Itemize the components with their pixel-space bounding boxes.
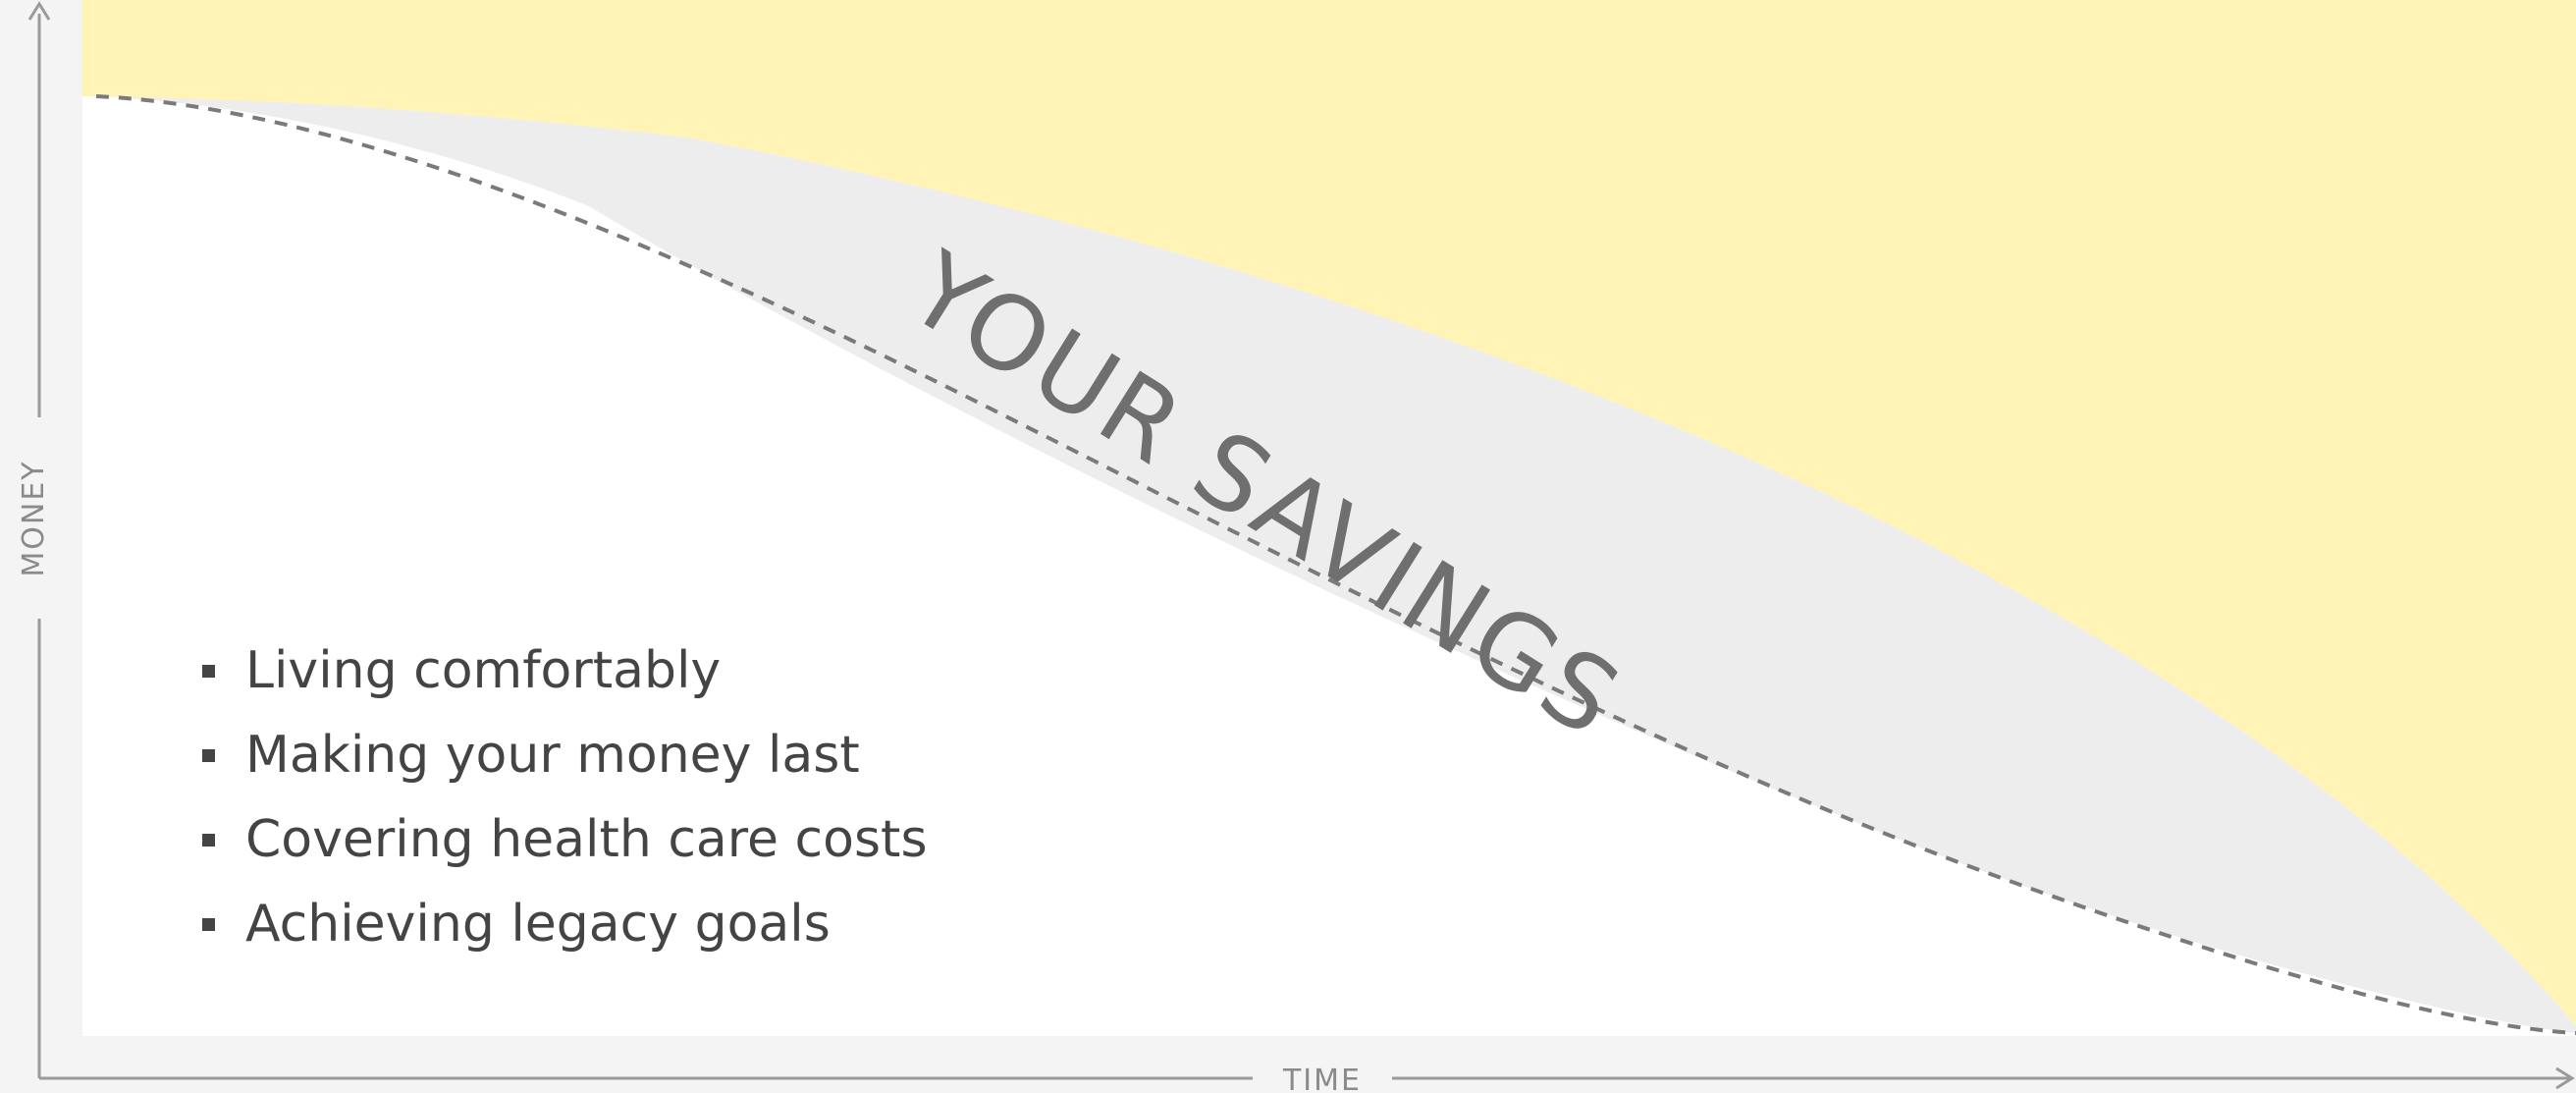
list-item: Covering health care costs: [196, 797, 928, 882]
savings-diagram: MONEY TIME YOUR SAVINGS Living comfortab…: [0, 0, 2576, 1093]
list-item-label: Covering health care costs: [245, 810, 928, 869]
list-item-label: Achieving legacy goals: [245, 895, 831, 954]
list-item: Living comfortably: [196, 628, 928, 713]
goals-list: Living comfortably Making your money las…: [196, 628, 928, 966]
bullet-icon: [202, 834, 215, 847]
list-item-label: Living comfortably: [245, 641, 722, 700]
bullet-icon: [202, 665, 215, 678]
list-item: Making your money last: [196, 713, 928, 797]
x-axis-label: TIME: [1282, 1064, 1362, 1093]
y-axis-label: MONEY: [17, 460, 51, 576]
bullet-icon: [202, 918, 215, 931]
list-item: Achieving legacy goals: [196, 882, 928, 966]
bullet-icon: [202, 749, 215, 762]
list-item-label: Making your money last: [245, 726, 860, 785]
